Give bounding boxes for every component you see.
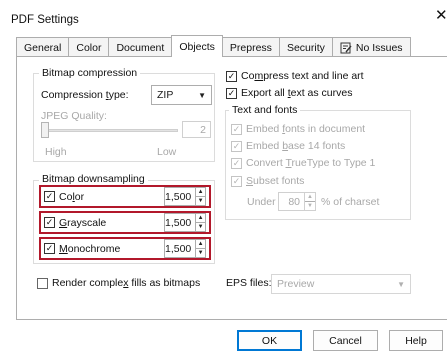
spin-down-icon[interactable]: ▼ [305,201,315,210]
embed-base14-checkbox[interactable]: ✓ [231,140,242,152]
subset-fonts-checkbox[interactable]: ✓ [231,175,242,187]
jpeg-quality-slider-track[interactable] [41,129,178,132]
export-curves-checkbox[interactable]: ✓ [226,87,237,99]
embed-fonts-label: Embed fonts in document [246,123,366,135]
compression-type-label: Compression type: [41,89,129,101]
spin-down-icon[interactable]: ▼ [196,248,205,257]
export-curves-row[interactable]: ✓ Export all text as curves [226,87,352,99]
chevron-down-icon: ▼ [397,279,405,289]
report-icon [340,42,352,53]
compress-text-checkbox[interactable]: ✓ [226,70,237,82]
subset-threshold-spinner[interactable]: 80 ▲ ▼ [278,192,316,211]
convert-truetype-checkbox[interactable]: ✓ [231,157,242,169]
ok-button[interactable]: OK [237,330,302,351]
spin-up-icon[interactable]: ▲ [196,188,205,196]
tab-general[interactable]: General [16,37,70,57]
grayscale-checkbox[interactable]: ✓ [44,217,55,228]
convert-truetype-label: Convert TrueType to Type 1 [246,157,376,169]
cancel-button[interactable]: Cancel [313,330,378,351]
subset-fonts-label: Subset fonts [246,175,305,187]
percent-charset-label: % of charset [321,196,380,208]
monochrome-label: Monochrome [59,242,121,255]
help-button[interactable]: Help [389,330,443,351]
text-fonts-label: Text and fonts [229,104,301,116]
grayscale-label: Grayscale [59,216,107,229]
spin-down-icon[interactable]: ▼ [196,196,205,205]
window-title: PDF Settings [11,14,79,26]
eps-files-label: EPS files: [226,277,272,289]
compression-type-select[interactable]: ZIP ▼ [151,85,212,105]
jpeg-quality-label: JPEG Quality: [41,110,107,122]
embed-base14-row[interactable]: ✓ Embed base 14 fonts [231,140,345,152]
tab-security[interactable]: Security [278,37,333,57]
spin-up-icon[interactable]: ▲ [196,240,205,248]
spin-up-icon[interactable]: ▲ [305,193,315,201]
color-checkbox[interactable]: ✓ [44,191,55,202]
monochrome-resolution-spinner[interactable]: 1,500 ▲ ▼ [164,239,206,258]
jpeg-quality-slider-thumb[interactable] [41,122,49,138]
spin-up-icon[interactable]: ▲ [196,214,205,222]
spin-down-icon[interactable]: ▼ [196,222,205,231]
jpeg-quality-value-box[interactable]: 2 [182,121,211,138]
render-complex-checkbox[interactable] [37,277,48,289]
subset-fonts-row[interactable]: ✓ Subset fonts [231,175,304,187]
render-complex-row[interactable]: Render complex fills as bitmaps [37,277,200,289]
monochrome-checkbox[interactable]: ✓ [44,243,55,254]
compress-text-label: Compress text and line art [241,70,364,82]
eps-files-select[interactable]: Preview ▼ [271,274,411,294]
bitmap-compression-label: Bitmap compression [39,67,141,79]
compress-text-row[interactable]: ✓ Compress text and line art [226,70,364,82]
close-icon[interactable]: ✕ [435,8,447,23]
embed-fonts-row[interactable]: ✓ Embed fonts in document [231,123,365,135]
embed-fonts-checkbox[interactable]: ✓ [231,123,242,135]
chevron-down-icon: ▼ [198,90,206,100]
tab-prepress[interactable]: Prepress [221,37,280,57]
bitmap-downsampling-label: Bitmap downsampling [39,173,148,185]
embed-base14-label: Embed base 14 fonts [246,140,346,152]
tab-objects[interactable]: Objects [171,35,223,57]
color-resolution-spinner[interactable]: 1,500 ▲ ▼ [164,187,206,206]
slider-label-high: High [45,146,67,158]
downsample-color-row: ✓ Color 1,500 ▲ ▼ [39,185,211,208]
color-label: Color [59,190,85,203]
tab-document[interactable]: Document [108,37,173,57]
render-complex-label: Render complex fills as bitmaps [52,277,201,289]
grayscale-resolution-spinner[interactable]: 1,500 ▲ ▼ [164,213,206,232]
tab-strip: General Color Document Objects Prepress … [16,35,411,57]
convert-truetype-row[interactable]: ✓ Convert TrueType to Type 1 [231,157,375,169]
downsample-grayscale-row: ✓ Grayscale 1,500 ▲ ▼ [39,211,211,234]
tab-color[interactable]: Color [68,37,110,57]
downsample-monochrome-row: ✓ Monochrome 1,500 ▲ ▼ [39,237,211,260]
under-label: Under [247,196,276,208]
tab-no-issues[interactable]: No Issues [331,37,411,57]
export-curves-label: Export all text as curves [241,87,353,99]
slider-label-low: Low [157,146,177,158]
